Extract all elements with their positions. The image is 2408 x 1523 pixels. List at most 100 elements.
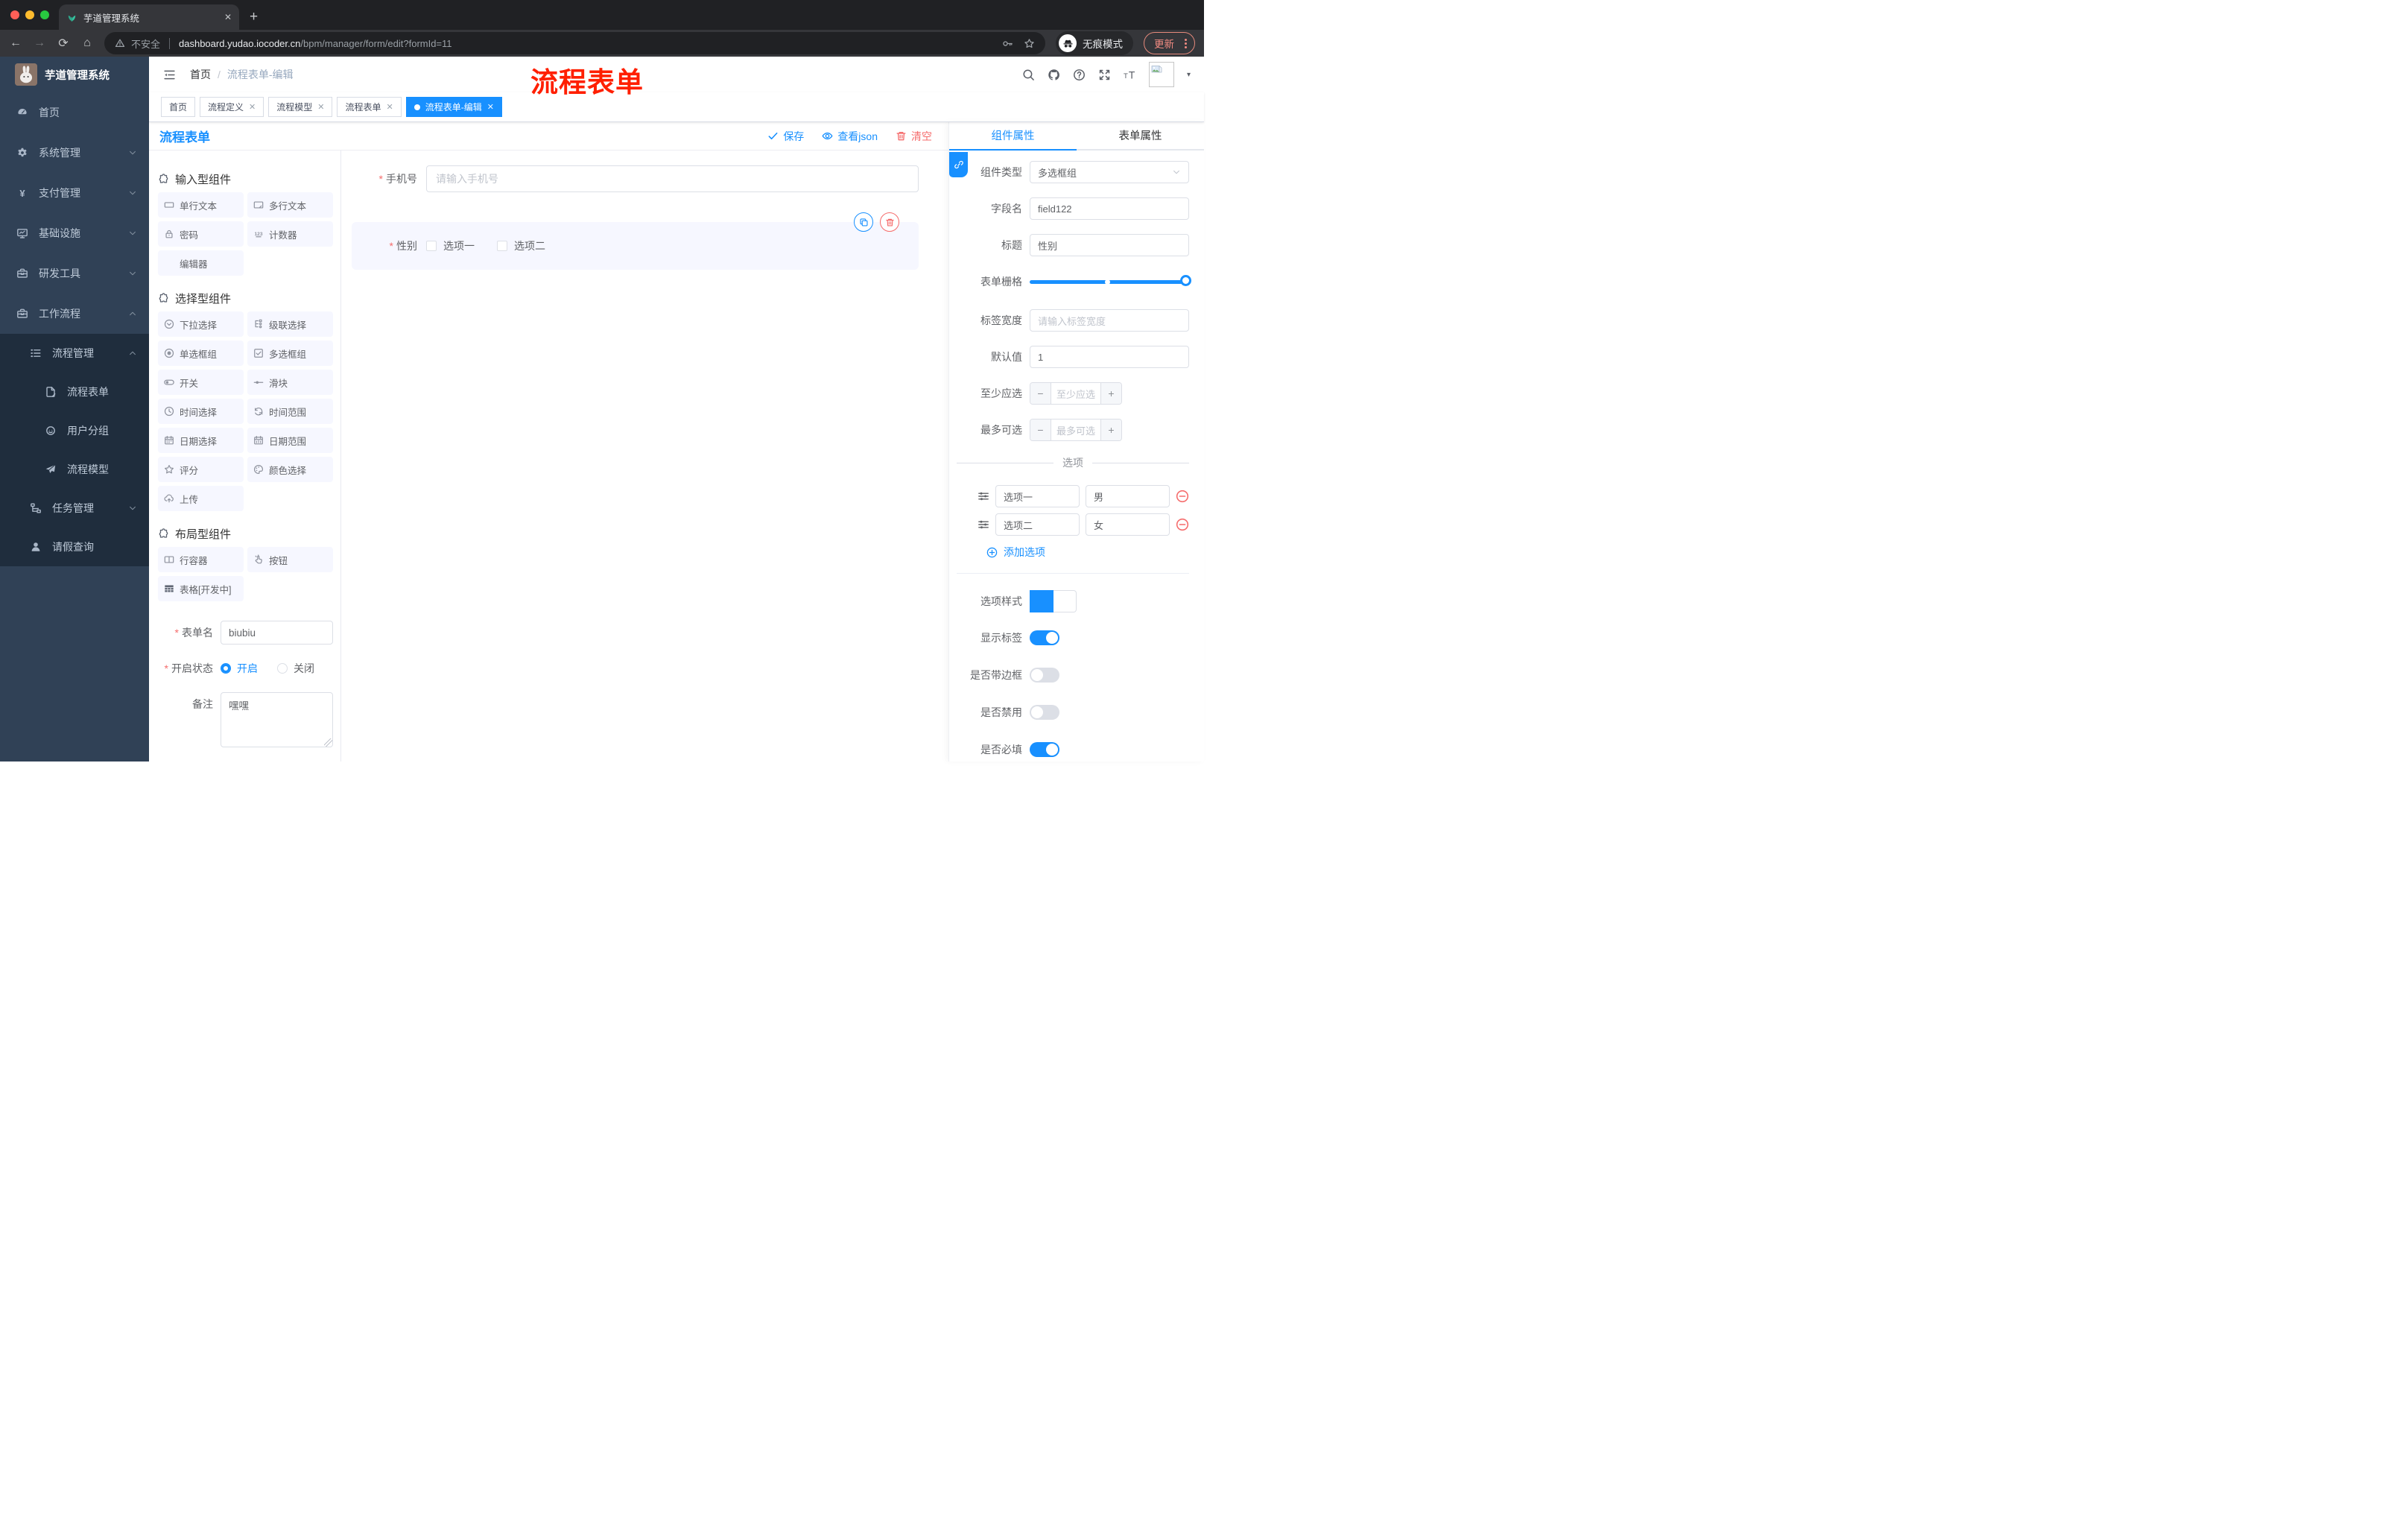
stepper-minus-button[interactable]: −: [1030, 383, 1051, 404]
title-input[interactable]: 性别: [1030, 234, 1189, 256]
phone-input[interactable]: 请输入手机号: [426, 165, 919, 192]
palette-component[interactable]: 日期范围: [247, 428, 333, 453]
close-window-button[interactable]: [10, 10, 19, 19]
stepper-plus-button[interactable]: +: [1100, 383, 1121, 404]
sidebar-item[interactable]: 流程管理: [0, 334, 149, 373]
palette-component[interactable]: 级联选择: [247, 311, 333, 337]
tag-view-chip[interactable]: 流程表单 ✕: [337, 97, 402, 117]
sidebar-item[interactable]: 工作流程: [0, 294, 149, 334]
tag-close-icon[interactable]: ✕: [317, 102, 324, 112]
sidebar-item[interactable]: 流程模型: [0, 450, 149, 489]
add-option-button[interactable]: 添加选项: [957, 545, 1189, 560]
browser-tab[interactable]: 芋道管理系统 ✕: [59, 4, 239, 30]
tag-view-chip[interactable]: 首页: [161, 97, 196, 117]
palette-component[interactable]: 评分: [158, 457, 244, 482]
toggle-switch[interactable]: [1030, 742, 1059, 757]
option-label-input[interactable]: 选项二: [995, 513, 1080, 536]
stepper-minus-button[interactable]: −: [1030, 419, 1051, 440]
stepper-plus-button[interactable]: +: [1100, 419, 1121, 440]
palette-component[interactable]: 单行文本: [158, 192, 244, 218]
palette-component[interactable]: 单选框组: [158, 341, 244, 366]
palette-component[interactable]: 开关: [158, 370, 244, 395]
toggle-switch[interactable]: [1030, 630, 1059, 645]
key-icon[interactable]: [1002, 38, 1013, 49]
checkbox-icon[interactable]: [426, 241, 437, 251]
palette-component[interactable]: 日期选择: [158, 428, 244, 453]
status-on-radio[interactable]: 开启: [221, 661, 258, 676]
form-remark-textarea[interactable]: 嘿嘿: [221, 692, 333, 747]
palette-component[interactable]: 时间选择: [158, 399, 244, 424]
search-icon[interactable]: [1022, 69, 1035, 81]
palette-component[interactable]: 密码: [158, 221, 244, 247]
tag-close-icon[interactable]: ✕: [487, 102, 494, 112]
tab-close-icon[interactable]: ✕: [224, 12, 232, 22]
save-button[interactable]: 保存: [767, 129, 804, 144]
breadcrumb-home[interactable]: 首页: [190, 67, 211, 82]
component-type-select[interactable]: 多选框组: [1030, 161, 1189, 183]
sidebar-collapse-icon[interactable]: [162, 69, 177, 81]
sidebar-item[interactable]: 研发工具: [0, 253, 149, 294]
fold-panel-button[interactable]: [949, 152, 968, 177]
props-tab[interactable]: 表单属性: [1077, 122, 1204, 149]
delete-field-button[interactable]: [880, 212, 899, 232]
palette-component[interactable]: 多行文本: [247, 192, 333, 218]
bookmark-star-icon[interactable]: [1024, 38, 1035, 49]
fullscreen-icon[interactable]: [1098, 69, 1111, 81]
avatar[interactable]: [1148, 62, 1174, 87]
palette-component[interactable]: 多选框组: [247, 341, 333, 366]
palette-component[interactable]: 123 计数器: [247, 221, 333, 247]
sidebar-item[interactable]: 首页: [0, 92, 149, 133]
tag-view-chip[interactable]: 流程表单-编辑 ✕: [405, 97, 502, 117]
sidebar-item[interactable]: 用户分组: [0, 411, 149, 450]
option-style-choice[interactable]: [1054, 590, 1077, 612]
toggle-switch[interactable]: [1030, 668, 1059, 683]
address-bar[interactable]: 不安全 dashboard.yudao.iocoder.cn/bpm/manag…: [104, 32, 1045, 54]
drag-handle-icon[interactable]: [978, 519, 989, 531]
option-value-input[interactable]: 男: [1086, 485, 1170, 507]
form-grid-slider[interactable]: [1030, 270, 1191, 293]
palette-component[interactable]: 下拉选择: [158, 311, 244, 337]
default-value-input[interactable]: 1: [1030, 346, 1189, 368]
sidebar-item[interactable]: 系统管理: [0, 133, 149, 173]
gender-checkbox-option[interactable]: 选项一: [426, 238, 475, 253]
palette-component[interactable]: 时间范围: [247, 399, 333, 424]
sidebar-item[interactable]: 任务管理: [0, 489, 149, 528]
copy-field-button[interactable]: [854, 212, 873, 232]
drag-handle-icon[interactable]: [978, 490, 989, 502]
browser-menu-icon[interactable]: [1182, 38, 1190, 48]
sidebar-item[interactable]: 基础设施: [0, 213, 149, 253]
font-size-icon[interactable]: TT: [1124, 69, 1136, 81]
checkbox-icon[interactable]: [497, 241, 507, 251]
slider-handle[interactable]: [1180, 275, 1191, 286]
back-icon[interactable]: ←: [9, 37, 22, 50]
tag-view-chip[interactable]: 流程定义 ✕: [200, 97, 264, 117]
help-icon[interactable]: [1073, 69, 1086, 81]
palette-component[interactable]: 按钮: [247, 547, 333, 572]
props-tab[interactable]: 组件属性: [949, 122, 1077, 151]
canvas-field-phone[interactable]: 手机号 请输入手机号: [352, 165, 919, 192]
option-label-input[interactable]: 选项一: [995, 485, 1080, 507]
window-controls[interactable]: [10, 10, 49, 19]
field-name-input[interactable]: field122: [1030, 197, 1189, 220]
palette-component[interactable]: 滑块: [247, 370, 333, 395]
palette-component[interactable]: 表格[开发中]: [158, 576, 244, 601]
home-icon[interactable]: ⌂: [80, 37, 94, 50]
update-browser-button[interactable]: 更新: [1144, 32, 1195, 54]
form-name-input[interactable]: biubiu: [221, 621, 333, 645]
palette-component[interactable]: 行容器: [158, 547, 244, 572]
sidebar-logo[interactable]: 芋道管理系统: [0, 57, 149, 92]
minimize-window-button[interactable]: [25, 10, 34, 19]
palette-component[interactable]: 颜色选择: [247, 457, 333, 482]
sidebar-item[interactable]: 请假查询: [0, 528, 149, 566]
palette-component[interactable]: 编辑器: [158, 250, 244, 276]
status-off-radio[interactable]: 关闭: [277, 661, 314, 676]
sidebar-item[interactable]: ¥ 支付管理: [0, 173, 149, 213]
tag-close-icon[interactable]: ✕: [249, 102, 256, 112]
toggle-switch[interactable]: [1030, 705, 1059, 720]
clear-button[interactable]: 清空: [896, 129, 932, 144]
canvas-field-gender-selected[interactable]: 性别 选项一 选项二: [352, 212, 919, 270]
view-json-button[interactable]: 查看json: [822, 129, 878, 144]
remove-option-button[interactable]: [1176, 518, 1189, 531]
new-tab-button[interactable]: +: [250, 9, 258, 25]
option-value-input[interactable]: 女: [1086, 513, 1170, 536]
